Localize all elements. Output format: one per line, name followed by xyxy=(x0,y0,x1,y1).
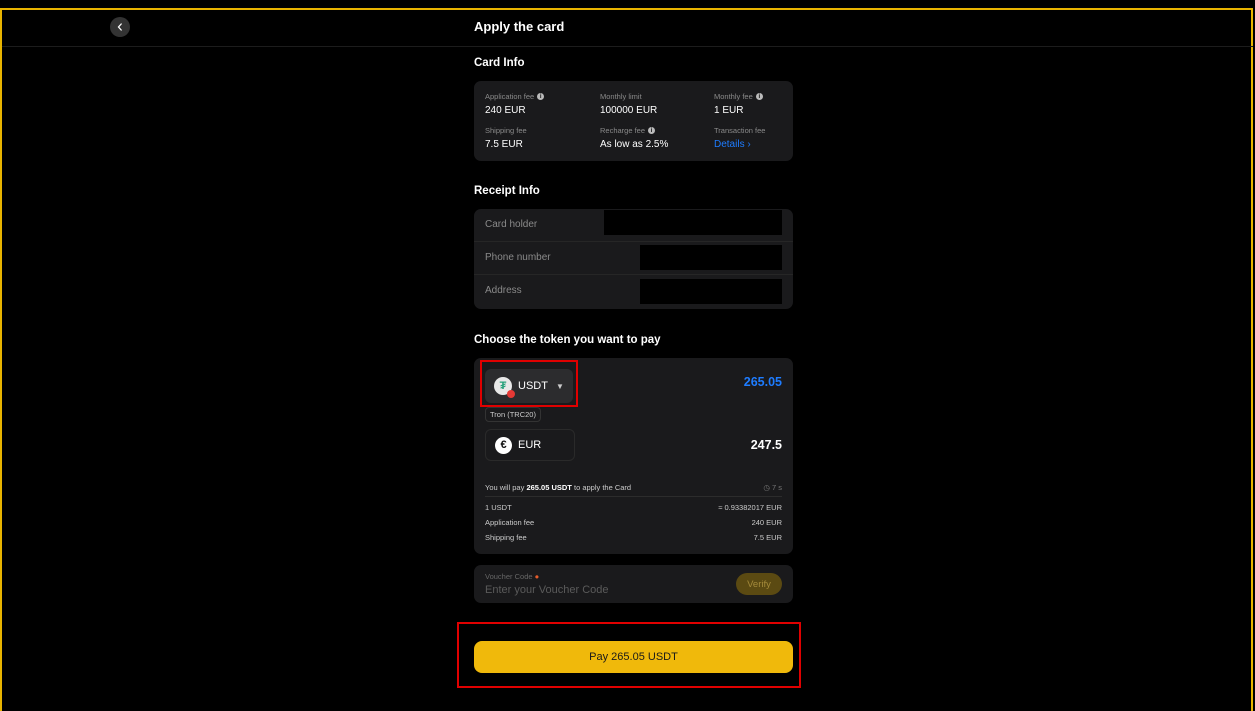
voucher-label: Voucher Code ● xyxy=(485,572,539,581)
card-holder-row[interactable]: Card holder xyxy=(474,209,793,242)
payment-panel: ₮ USDT ▼ 265.05 Tron (TRC20) € EUR 247.5… xyxy=(474,358,793,554)
divider xyxy=(485,496,782,497)
pay-button[interactable]: Pay 265.05 USDT xyxy=(474,641,793,673)
card-info-panel: Application fee i 240 EUR Monthly limit 1… xyxy=(474,81,793,161)
fee-monthly: Monthly fee i 1 EUR xyxy=(714,92,814,116)
fee-value: 7.5 EUR xyxy=(485,139,523,150)
currency-box: € EUR xyxy=(485,429,575,461)
fee-label: Monthly limit xyxy=(600,92,642,101)
receipt-info-panel: Card holder Phone number Address xyxy=(474,209,793,309)
fee-label: Application fee xyxy=(485,92,535,101)
redacted-value xyxy=(640,279,782,304)
card-info-title: Card Info xyxy=(474,57,525,69)
info-icon[interactable]: i xyxy=(755,93,763,100)
details-link[interactable]: Details › xyxy=(714,139,814,150)
voucher-code-input[interactable] xyxy=(485,583,715,597)
pay-suffix: to apply the Card xyxy=(573,483,632,492)
row-value: ≈ 0.93382017 EUR xyxy=(718,503,782,512)
row-label: 1 USDT xyxy=(485,503,512,512)
gift-icon: ● xyxy=(534,572,540,581)
fee-shipping: Shipping fee 7.5 EUR xyxy=(485,126,585,150)
fee-label: Transaction fee xyxy=(714,126,766,135)
phone-number-label: Phone number xyxy=(485,252,551,263)
pay-amount: 265.05 USDT xyxy=(526,483,572,492)
fee-recharge: Recharge fee i As low as 2.5% xyxy=(600,126,700,150)
clock-icon: ◷ xyxy=(763,483,770,492)
row-label: Shipping fee xyxy=(485,533,527,542)
back-button[interactable] xyxy=(110,17,130,37)
row-value: 240 EUR xyxy=(751,518,782,527)
back-arrow-icon xyxy=(117,23,122,31)
fee-value: 100000 EUR xyxy=(600,105,658,116)
info-icon[interactable]: i xyxy=(648,127,656,134)
top-bar xyxy=(2,10,1253,47)
row-label: Application fee xyxy=(485,518,535,527)
card-holder-label: Card holder xyxy=(485,219,538,230)
fee-transaction: Transaction fee Details › xyxy=(714,126,814,150)
voucher-panel: Voucher Code ● Verify xyxy=(474,565,793,603)
refresh-timer: ◷ 7 s xyxy=(763,483,782,492)
currency-amount: 247.5 xyxy=(750,438,782,452)
phone-number-row[interactable]: Phone number xyxy=(474,242,793,275)
token-selector[interactable]: ₮ USDT ▼ xyxy=(485,369,573,403)
pay-summary: You will pay 265.05 USDT to apply the Ca… xyxy=(485,483,631,492)
fee-monthly-limit: Monthly limit 100000 EUR xyxy=(600,92,700,116)
verify-button[interactable]: Verify xyxy=(736,573,782,595)
row-value: 7.5 EUR xyxy=(753,533,782,542)
fee-label: Monthly fee xyxy=(714,92,753,101)
receipt-info-title: Receipt Info xyxy=(474,185,540,197)
currency-name: EUR xyxy=(518,439,542,451)
fee-label: Recharge fee xyxy=(600,126,646,135)
application-fee-row: Application fee 240 EUR xyxy=(485,518,782,527)
rate-row: 1 USDT ≈ 0.93382017 EUR xyxy=(485,503,782,512)
fee-value: 1 EUR xyxy=(714,105,744,116)
address-row[interactable]: Address xyxy=(474,275,793,308)
page-title: Apply the card xyxy=(474,19,565,34)
euro-icon: € xyxy=(495,436,512,454)
tether-icon: ₮ xyxy=(494,377,515,398)
fee-value: 240 EUR xyxy=(485,105,526,116)
voucher-label-text: Voucher Code xyxy=(485,572,533,581)
shipping-fee-row: Shipping fee 7.5 EUR xyxy=(485,533,782,542)
fee-application: Application fee i 240 EUR xyxy=(485,92,585,116)
pay-prefix: You will pay xyxy=(485,483,525,492)
redacted-value xyxy=(640,245,782,270)
choose-token-title: Choose the token you want to pay xyxy=(474,334,661,346)
timer-value: 7 s xyxy=(771,483,782,492)
chevron-down-icon: ▼ xyxy=(555,381,564,391)
address-label: Address xyxy=(485,285,522,296)
token-amount: 265.05 xyxy=(743,375,782,389)
fee-label: Shipping fee xyxy=(485,126,527,135)
info-icon[interactable]: i xyxy=(537,93,545,100)
network-badge-icon xyxy=(507,390,515,398)
redacted-value xyxy=(604,210,782,235)
network-chip: Tron (TRC20) xyxy=(485,407,541,422)
token-name: USDT xyxy=(518,380,548,392)
fee-value: As low as 2.5% xyxy=(600,139,669,150)
